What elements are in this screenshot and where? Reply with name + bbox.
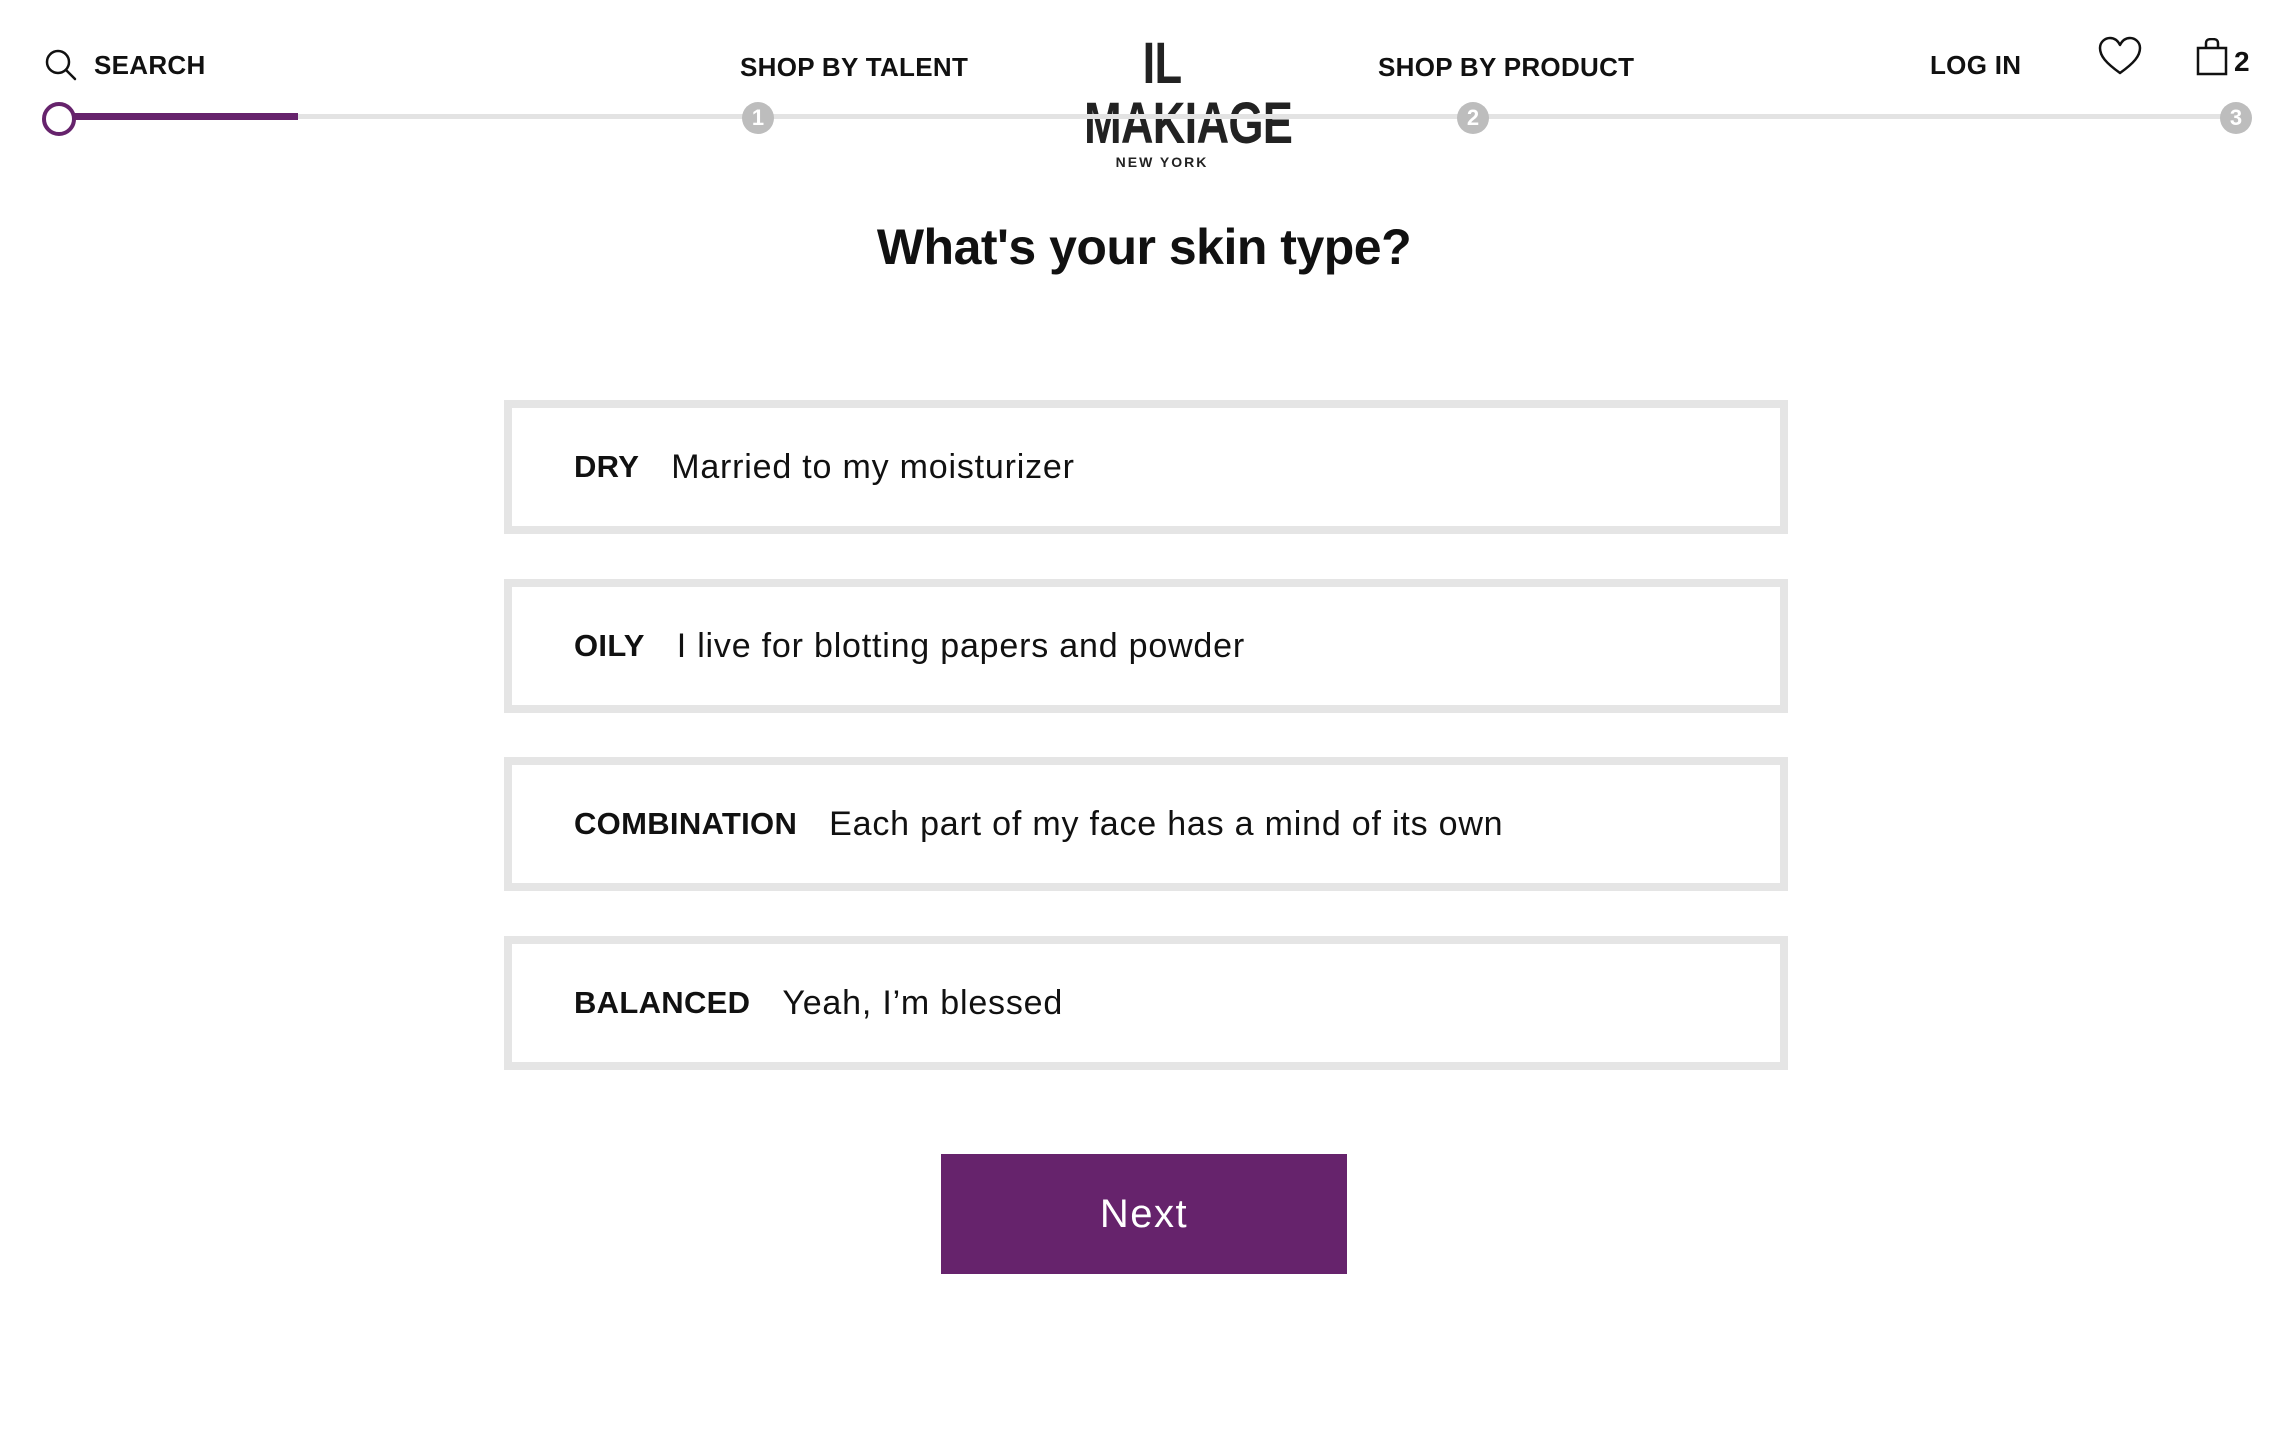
option-description: I live for blotting papers and powder bbox=[676, 626, 1245, 665]
progress-track bbox=[44, 114, 2236, 119]
site-header: SEARCH SHOP BY TALENT IL MAKIAGE NEW YOR… bbox=[0, 0, 2288, 170]
option-label: DRY bbox=[574, 449, 640, 484]
option-description: Yeah, I’m blessed bbox=[782, 983, 1064, 1022]
progress-fill bbox=[44, 113, 298, 120]
progress-step-2: 2 bbox=[1457, 102, 1489, 134]
option-label: OILY bbox=[574, 628, 645, 663]
shopping-bag-icon bbox=[2196, 38, 2228, 76]
nav-shop-by-talent[interactable]: SHOP BY TALENT bbox=[740, 52, 968, 83]
option-label: COMBINATION bbox=[574, 806, 798, 841]
option-balanced[interactable]: BALANCED Yeah, I’m blessed bbox=[504, 936, 1788, 1070]
cart-count: 2 bbox=[2234, 46, 2250, 77]
option-oily[interactable]: OILY I live for blotting papers and powd… bbox=[504, 579, 1788, 713]
logo-sub-text: NEW YORK bbox=[1115, 154, 1209, 170]
progress-current-step bbox=[42, 102, 76, 136]
logo-main-text: IL MAKIAGE bbox=[1084, 31, 1293, 156]
brand-logo[interactable]: IL MAKIAGE NEW YORK bbox=[1062, 31, 1293, 171]
nav-shop-by-product[interactable]: SHOP BY PRODUCT bbox=[1378, 52, 1634, 83]
next-button[interactable]: Next bbox=[941, 1154, 1347, 1274]
cart-button[interactable]: 2 bbox=[2196, 38, 2250, 76]
search-icon bbox=[45, 49, 77, 81]
option-combination[interactable]: COMBINATION Each part of my face has a m… bbox=[504, 757, 1788, 891]
option-dry[interactable]: DRY Married to my moisturizer bbox=[504, 400, 1788, 534]
option-label: BALANCED bbox=[574, 985, 751, 1020]
progress-step-1: 1 bbox=[742, 102, 774, 134]
search-button[interactable]: SEARCH bbox=[44, 48, 206, 82]
search-label: SEARCH bbox=[94, 49, 206, 80]
progress-step-3: 3 bbox=[2220, 102, 2252, 134]
option-description: Married to my moisturizer bbox=[671, 447, 1075, 486]
login-link[interactable]: LOG IN bbox=[1930, 50, 2021, 81]
wishlist-button[interactable] bbox=[2098, 36, 2142, 81]
question-title: What's your skin type? bbox=[876, 219, 1412, 275]
heart-icon bbox=[2098, 36, 2142, 75]
option-description: Each part of my face has a mind of its o… bbox=[829, 804, 1504, 843]
